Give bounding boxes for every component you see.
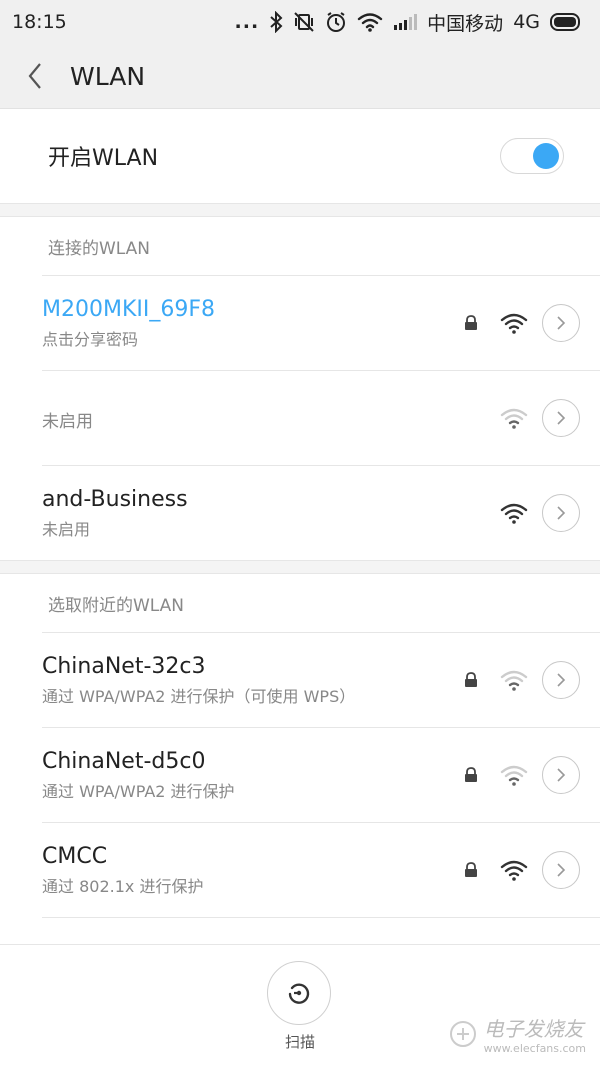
section-gap (0, 203, 600, 217)
scan-button[interactable] (267, 961, 331, 1025)
status-bar: 18:15 ... 中国移动 4G (0, 0, 600, 44)
chevron-right-icon (557, 316, 566, 330)
network-detail-button[interactable] (542, 304, 580, 342)
vibrate-icon (293, 11, 315, 33)
network-subtitle: 未启用 (42, 411, 93, 432)
network-name: CMCC (42, 844, 108, 869)
wifi-signal-icon (494, 312, 534, 334)
lock-icon (458, 767, 484, 783)
wifi-icon (357, 12, 383, 32)
chevron-right-icon (557, 673, 566, 687)
chevron-right-icon (557, 768, 566, 782)
back-icon (28, 63, 41, 89)
bottom-bar: 扫描 电子发烧友 www.elecfans.com (0, 944, 600, 1067)
network-row-and-business[interactable]: and-Business 未启用 (0, 466, 600, 560)
more-dots: ... (234, 11, 260, 33)
wifi-signal-icon (494, 764, 534, 786)
chevron-right-icon (557, 411, 566, 425)
network-detail-button[interactable] (542, 661, 580, 699)
wifi-signal-icon (494, 669, 534, 691)
watermark-text: 电子发烧友 (483, 1017, 584, 1041)
status-time: 18:15 (12, 11, 67, 33)
network-type: 4G (513, 11, 540, 33)
network-subtitle: 点击分享密码 (42, 330, 139, 349)
watermark-url: www.elecfans.com (483, 1042, 586, 1055)
network-detail-button[interactable] (542, 851, 580, 889)
back-button[interactable] (0, 44, 70, 108)
connected-section-title: 连接的WLAN (48, 238, 151, 259)
network-name: and-Business (42, 487, 188, 512)
chevron-right-icon (557, 506, 566, 520)
network-detail-button[interactable] (542, 494, 580, 532)
wifi-signal-icon (494, 859, 534, 881)
lock-icon (458, 315, 484, 331)
network-row-chinanet-32c3[interactable]: ChinaNet-32c3 通过 WPA/WPA2 进行保护（可使用 WPS） (0, 633, 600, 727)
wlan-toggle-row: 开启WLAN (0, 109, 600, 203)
network-row-m200[interactable]: M200MKII_69F8 点击分享密码 (0, 276, 600, 370)
wlan-switch[interactable] (500, 138, 564, 174)
network-name: ChinaNet-d5c0 (42, 749, 206, 774)
title-bar: WLAN (0, 44, 600, 109)
signal-icon (393, 13, 418, 31)
network-name: M200MKII_69F8 (42, 297, 216, 322)
network-detail-button[interactable] (542, 399, 580, 437)
divider (42, 917, 600, 918)
section-gap (0, 560, 600, 574)
scan-icon (288, 983, 310, 1004)
bluetooth-icon (269, 11, 283, 33)
wifi-signal-icon (494, 407, 534, 429)
chevron-right-icon (557, 863, 566, 877)
battery-icon (550, 13, 582, 31)
switch-knob (533, 143, 559, 169)
network-row-cmcc[interactable]: CMCC 通过 802.1x 进行保护 (0, 823, 600, 917)
carrier-name: 中国移动 (427, 12, 504, 35)
network-row-chinanet-d5c0[interactable]: ChinaNet-d5c0 通过 WPA/WPA2 进行保护 (0, 728, 600, 822)
page-title: WLAN (70, 61, 146, 91)
network-detail-button[interactable] (542, 756, 580, 794)
network-subtitle: 通过 802.1x 进行保护 (42, 877, 204, 896)
watermark-logo-icon (449, 1021, 476, 1047)
network-name: ChinaNet-32c3 (42, 654, 206, 679)
watermark: 电子发烧友 www.elecfans.com (448, 1013, 586, 1055)
wlan-toggle-label: 开启WLAN (48, 146, 159, 171)
alarm-icon (325, 11, 347, 33)
network-subtitle: 未启用 (42, 520, 91, 539)
network-subtitle: 通过 WPA/WPA2 进行保护（可使用 WPS） (42, 687, 356, 706)
nearby-section-title: 选取附近的WLAN (48, 595, 185, 616)
lock-icon (458, 862, 484, 878)
wifi-signal-icon (494, 502, 534, 524)
network-row-unnamed[interactable]: 未启用 (0, 371, 600, 465)
lock-icon (458, 672, 484, 688)
network-subtitle: 通过 WPA/WPA2 进行保护 (42, 782, 235, 801)
